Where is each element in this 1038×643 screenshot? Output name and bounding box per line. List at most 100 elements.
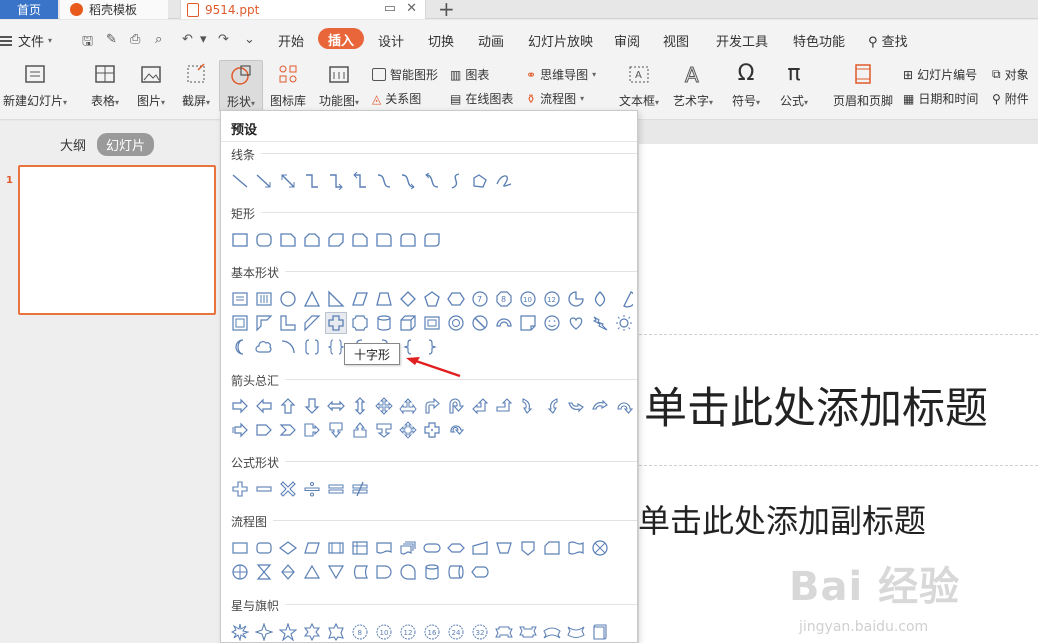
cube-shape-icon[interactable] bbox=[397, 312, 419, 334]
flowchart-off-page-connector-shape-icon[interactable] bbox=[517, 537, 539, 559]
menu-developer[interactable]: 开发工具 bbox=[716, 31, 768, 50]
menu-animation[interactable]: 动画 bbox=[478, 31, 504, 50]
flowchart-stored-data-shape-icon[interactable] bbox=[349, 561, 371, 583]
print-icon[interactable]: ⎙ bbox=[130, 32, 140, 47]
slide-number-button[interactable]: ⊞ 幻灯片编号 bbox=[903, 66, 977, 83]
search-button[interactable]: ⚲ 查找 bbox=[868, 31, 908, 50]
flowchart-sequential-access-shape-icon[interactable] bbox=[397, 561, 419, 583]
hexagon-shape-icon[interactable] bbox=[445, 288, 467, 310]
left-right-arrow-shape-icon[interactable] bbox=[325, 395, 347, 417]
flowchart-preparation-shape-icon[interactable] bbox=[445, 537, 467, 559]
chevron-shape-icon[interactable] bbox=[277, 419, 299, 441]
chord-shape-icon[interactable] bbox=[613, 288, 635, 310]
cloud-shape-icon[interactable] bbox=[253, 336, 275, 358]
curved-right-arrow-shape-icon[interactable] bbox=[517, 395, 539, 417]
curved-down-ribbon-shape-icon[interactable] bbox=[565, 621, 587, 642]
picture-button[interactable]: 图片▾ bbox=[130, 62, 172, 109]
slide-area[interactable]: 单击此处添加标题 单击此处添加副标题 Bai 经验 jingyan.baidu.… bbox=[638, 144, 1038, 643]
subtitle-placeholder[interactable]: 单击此处添加副标题 bbox=[638, 496, 926, 542]
monitor-icon[interactable]: ▭ bbox=[384, 1, 396, 16]
slides-tab[interactable]: 幻灯片 bbox=[97, 133, 155, 156]
pentagon-shape-icon[interactable] bbox=[421, 288, 443, 310]
elbow-double-arrow-shape-icon[interactable] bbox=[349, 170, 371, 192]
new-tab-icon[interactable]: + bbox=[438, 0, 455, 21]
round-single-corner-rectangle-shape-icon[interactable] bbox=[373, 229, 395, 251]
u-turn-arrow-shape-icon[interactable] bbox=[445, 395, 467, 417]
menu-design[interactable]: 设计 bbox=[378, 31, 404, 50]
elbow-arrow-connector-shape-icon[interactable] bbox=[325, 170, 347, 192]
right-arrow-callout-shape-icon[interactable] bbox=[301, 419, 323, 441]
tab-home[interactable]: 首页 bbox=[0, 0, 58, 19]
bent-up-arrow-shape-icon[interactable] bbox=[493, 395, 515, 417]
menu-view[interactable]: 视图 bbox=[663, 31, 689, 50]
equal-shape-icon[interactable] bbox=[325, 478, 347, 500]
left-up-arrow-shape-icon[interactable] bbox=[469, 395, 491, 417]
customize-toolbar-icon[interactable]: ⌄ bbox=[244, 32, 255, 47]
flowchart-card-shape-icon[interactable] bbox=[541, 537, 563, 559]
flowchart-predefined-process-shape-icon[interactable] bbox=[325, 537, 347, 559]
flowchart-or-shape-icon[interactable] bbox=[229, 561, 251, 583]
moon-shape-icon[interactable] bbox=[229, 336, 251, 358]
rounded-rectangle-shape-icon[interactable] bbox=[253, 229, 275, 251]
twenty-four-point-star-shape-icon[interactable]: 24 bbox=[445, 621, 467, 642]
teardrop-shape-icon[interactable] bbox=[589, 288, 611, 310]
flowchart-display-shape-icon[interactable] bbox=[469, 561, 491, 583]
parallelogram-shape-icon[interactable] bbox=[349, 288, 371, 310]
curved-up-arrow-shape-icon[interactable] bbox=[565, 395, 587, 417]
can-shape-icon[interactable] bbox=[373, 312, 395, 334]
diagonal-stripe-shape-icon[interactable] bbox=[301, 312, 323, 334]
formula-button[interactable]: π 公式▾ bbox=[774, 62, 814, 109]
curved-up-ribbon-shape-icon[interactable] bbox=[541, 621, 563, 642]
sixteen-point-star-shape-icon[interactable]: 16 bbox=[421, 621, 443, 642]
heptagon-shape-icon[interactable]: 7 bbox=[469, 288, 491, 310]
sun-shape-icon[interactable] bbox=[613, 312, 635, 334]
flowchart-internal-storage-shape-icon[interactable] bbox=[349, 537, 371, 559]
down-ribbon-shape-icon[interactable] bbox=[517, 621, 539, 642]
flowchart-terminator-shape-icon[interactable] bbox=[421, 537, 443, 559]
octagon-shape-icon[interactable]: 8 bbox=[493, 288, 515, 310]
plaque-shape-icon[interactable] bbox=[349, 312, 371, 334]
up-ribbon-shape-icon[interactable] bbox=[493, 621, 515, 642]
donut-shape-icon[interactable] bbox=[445, 312, 467, 334]
undo-dropdown-icon[interactable]: ▾ bbox=[200, 32, 207, 47]
screenshot-button[interactable]: 截屏▾ bbox=[176, 62, 216, 109]
snip-corner-rectangle-shape-icon[interactable] bbox=[277, 229, 299, 251]
four-point-star-shape-icon[interactable] bbox=[253, 621, 275, 642]
snip-same-side-rectangle-shape-icon[interactable] bbox=[301, 229, 323, 251]
flowchart-data-shape-icon[interactable] bbox=[301, 537, 323, 559]
trapezoid-shape-icon[interactable] bbox=[373, 288, 395, 310]
folded-corner-shape-icon[interactable] bbox=[517, 312, 539, 334]
cross-arrow-shape-icon[interactable] bbox=[421, 419, 443, 441]
snip-diagonal-rectangle-shape-icon[interactable] bbox=[325, 229, 347, 251]
wordart-button[interactable]: A 艺术字▾ bbox=[670, 62, 716, 109]
quad-arrow-shape-icon[interactable] bbox=[373, 395, 395, 417]
right-arrow-shape-icon[interactable] bbox=[229, 395, 251, 417]
curved-double-arrow-shape-icon[interactable] bbox=[421, 170, 443, 192]
format-painter-icon[interactable]: ✎ bbox=[106, 32, 117, 47]
pentagon-arrow-shape-icon[interactable] bbox=[253, 419, 275, 441]
flowchart-alternate-process-shape-icon[interactable] bbox=[253, 537, 275, 559]
lightning-bolt-shape-icon[interactable] bbox=[589, 312, 611, 334]
flowchart-collate-shape-icon[interactable] bbox=[253, 561, 275, 583]
smiley-face-shape-icon[interactable] bbox=[541, 312, 563, 334]
striped-right-arrow-shape-icon[interactable] bbox=[229, 419, 251, 441]
flowchart-document-shape-icon[interactable] bbox=[373, 537, 395, 559]
down-arrow-shape-icon[interactable] bbox=[301, 395, 323, 417]
cross-shape-icon[interactable] bbox=[325, 312, 347, 334]
mindmap-button[interactable]: ⚭ 思维导图 ▾ bbox=[526, 66, 596, 83]
block-arc-shape-icon[interactable] bbox=[493, 312, 515, 334]
outline-tab[interactable]: 大纲 bbox=[60, 135, 86, 154]
triangle-shape-icon[interactable] bbox=[301, 288, 323, 310]
left-right-up-arrow-shape-icon[interactable] bbox=[397, 395, 419, 417]
smart-shape-button[interactable]: 智能图形 bbox=[372, 66, 438, 83]
print-preview-icon[interactable]: ⌕ bbox=[155, 32, 162, 47]
vertical-scroll-shape-icon[interactable] bbox=[589, 621, 611, 642]
ten-point-star-shape-icon[interactable]: 10 bbox=[373, 621, 395, 642]
menu-slideshow[interactable]: 幻灯片放映 bbox=[528, 31, 593, 50]
up-down-arrow-shape-icon[interactable] bbox=[349, 395, 371, 417]
elbow-connector-shape-icon[interactable] bbox=[301, 170, 323, 192]
redo-icon[interactable]: ↷ bbox=[218, 32, 229, 47]
object-button[interactable]: ⧉ 对象 bbox=[992, 66, 1029, 83]
circular-arrow-2-shape-icon[interactable] bbox=[445, 419, 467, 441]
new-slide-button[interactable]: 新建幻灯片▾ bbox=[0, 62, 70, 109]
